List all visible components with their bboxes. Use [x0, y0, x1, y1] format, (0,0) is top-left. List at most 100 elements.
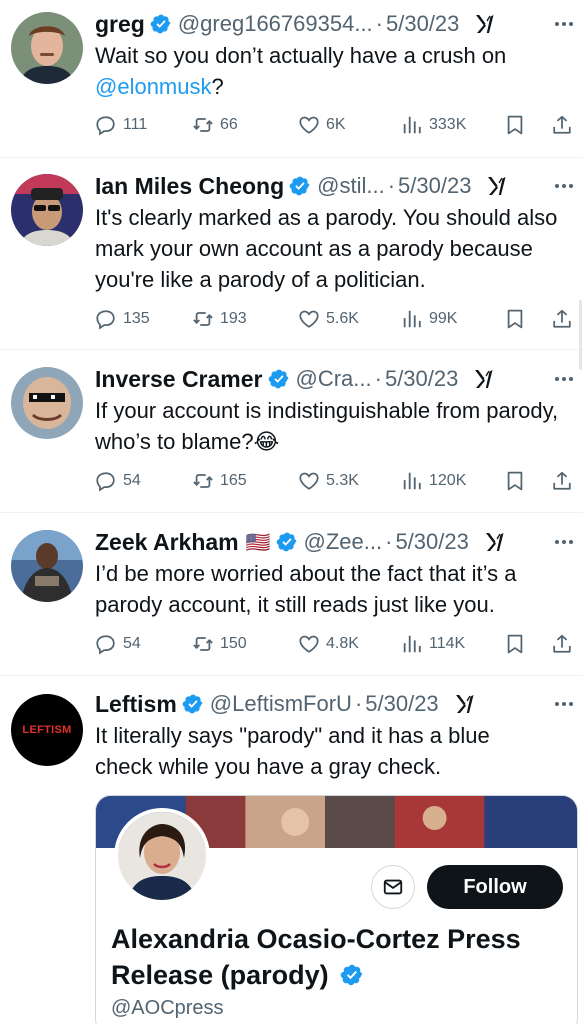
share-icon [551, 633, 573, 655]
share-button[interactable] [551, 470, 579, 492]
reply-icon [95, 470, 117, 492]
more-options-icon[interactable] [545, 702, 573, 706]
display-name[interactable]: Inverse Cramer [95, 366, 263, 393]
tweet[interactable]: Zeek Arkham 🇺🇸 @Zee... · 5/30/23 I’d be … [0, 513, 583, 676]
views-button[interactable]: 99K [401, 308, 457, 330]
timestamp[interactable]: 5/30/23 [395, 529, 468, 555]
reply-button[interactable]: 54 [95, 633, 141, 655]
views-button[interactable]: 114K [401, 633, 465, 655]
tweet-text: It literally says "parody" and it has a … [95, 723, 490, 779]
bookmark-icon [504, 114, 526, 136]
profile-name[interactable]: Alexandria Ocasio-Cortez Press Release (… [111, 921, 541, 993]
username-handle[interactable]: @greg166769354... [178, 11, 373, 37]
display-name[interactable]: Zeek Arkham [95, 529, 239, 556]
repost-button[interactable]: 193 [192, 308, 247, 330]
action-bar: 54 165 5.3K 120K [95, 466, 573, 496]
repost-icon [192, 470, 214, 492]
display-name[interactable]: Ian Miles Cheong [95, 173, 284, 200]
share-button[interactable] [551, 114, 579, 136]
repost-icon [192, 308, 214, 330]
follow-button[interactable]: Follow [427, 865, 563, 909]
repost-button[interactable]: 165 [192, 470, 247, 492]
like-button[interactable]: 5.3K [298, 470, 359, 492]
username-handle[interactable]: @LeftismForU [210, 691, 352, 717]
more-options-icon[interactable] [545, 22, 573, 26]
profile-card[interactable]: Follow Alexandria Ocasio-Cortez Press Re… [95, 795, 578, 1024]
repost-button[interactable]: 66 [192, 114, 238, 136]
tweet[interactable]: Ian Miles Cheong @stil... · 5/30/23 It's… [0, 158, 583, 350]
tweet[interactable]: Inverse Cramer @Cra... · 5/30/23 If your… [0, 350, 583, 513]
us-flag-icon: 🇺🇸 [245, 531, 271, 554]
profile-name-text: Alexandria Ocasio-Cortez Press Release (… [111, 924, 521, 990]
profile-avatar[interactable] [114, 808, 210, 904]
share-icon [551, 308, 573, 330]
avatar[interactable] [11, 174, 83, 246]
views-icon [401, 308, 423, 330]
avatar[interactable] [11, 367, 83, 439]
tweet-text: I’d be more worried about the fact that … [95, 561, 517, 617]
view-count: 333K [429, 116, 467, 133]
like-button[interactable]: 4.8K [298, 633, 359, 655]
timestamp[interactable]: 5/30/23 [385, 366, 458, 392]
avatar[interactable]: LEFTISM [11, 694, 83, 766]
share-button[interactable] [551, 308, 579, 330]
repost-button[interactable]: 150 [192, 633, 247, 655]
separator-dot: · [354, 691, 363, 716]
heart-icon [298, 308, 320, 330]
tweet-header: Leftism @LeftismForU · 5/30/23 [95, 688, 573, 720]
like-button[interactable]: 5.6K [298, 308, 359, 330]
reply-icon [95, 114, 117, 136]
more-options-icon[interactable] [545, 540, 573, 544]
tweet-text: If your account is indistinguishable fro… [95, 398, 559, 454]
grok-icon[interactable] [483, 530, 507, 554]
username-handle[interactable]: @Cra... [296, 366, 372, 392]
reply-button[interactable]: 135 [95, 308, 150, 330]
timestamp[interactable]: 5/30/23 [365, 691, 438, 717]
heart-icon [298, 470, 320, 492]
verified-badge-icon [289, 175, 311, 197]
share-button[interactable] [551, 633, 579, 655]
like-button[interactable]: 6K [298, 114, 346, 136]
repost-count: 165 [220, 472, 247, 489]
bookmark-button[interactable] [504, 470, 532, 492]
like-count: 5.3K [326, 472, 359, 489]
username-handle[interactable]: @Zee... [304, 529, 383, 555]
more-options-icon[interactable] [545, 184, 573, 188]
heart-icon [298, 114, 320, 136]
timestamp[interactable]: 5/30/23 [398, 173, 471, 199]
share-icon [551, 470, 573, 492]
avatar[interactable] [11, 530, 83, 602]
envelope-icon [383, 879, 403, 895]
reply-button[interactable]: 111 [95, 114, 147, 136]
grok-icon[interactable] [473, 12, 497, 36]
reply-count: 135 [123, 310, 150, 327]
timestamp[interactable]: 5/30/23 [386, 11, 459, 37]
username-handle[interactable]: @stil... [317, 173, 385, 199]
bookmark-button[interactable] [504, 308, 532, 330]
views-button[interactable]: 120K [401, 470, 466, 492]
avatar[interactable] [11, 12, 83, 84]
reply-button[interactable]: 54 [95, 470, 141, 492]
display-name[interactable]: greg [95, 11, 145, 38]
reply-count: 54 [123, 635, 141, 652]
tweet[interactable]: greg @greg166769354... · 5/30/23 Wait so… [0, 0, 583, 158]
separator-dot: · [385, 529, 393, 554]
display-name[interactable]: Leftism [95, 691, 177, 718]
tweet-header: greg @greg166769354... · 5/30/23 [95, 8, 573, 40]
message-button[interactable] [371, 865, 415, 909]
grok-icon[interactable] [485, 174, 509, 198]
mention-link[interactable]: @elonmusk [95, 74, 212, 99]
tweet-header: Inverse Cramer @Cra... · 5/30/23 [95, 363, 573, 395]
views-button[interactable]: 333K [401, 114, 466, 136]
verified-badge-icon [182, 693, 204, 715]
tweet-text: It's clearly marked as a parody. You sho… [95, 205, 558, 292]
bookmark-button[interactable] [504, 114, 532, 136]
view-count: 114K [429, 635, 466, 652]
more-options-icon[interactable] [545, 377, 573, 381]
bookmark-button[interactable] [504, 633, 532, 655]
grok-icon[interactable] [453, 692, 477, 716]
profile-handle[interactable]: @AOCpress [111, 997, 224, 1020]
repost-icon [192, 633, 214, 655]
grok-icon[interactable] [472, 367, 496, 391]
scrollbar[interactable] [579, 300, 582, 370]
